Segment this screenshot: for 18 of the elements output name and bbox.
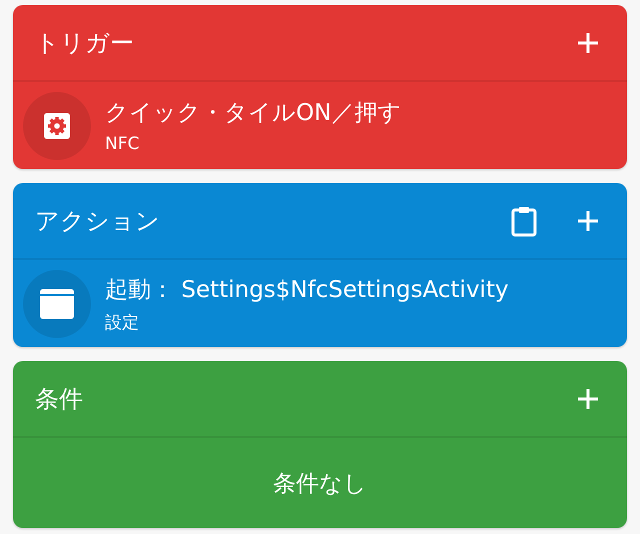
- add-button[interactable]: [577, 388, 599, 410]
- item-subtitle: NFC: [105, 134, 140, 154]
- empty-message: 条件なし: [273, 470, 367, 498]
- clipboard-icon: [511, 204, 537, 236]
- item-title[interactable]: クイック・タイルON／押す: [105, 97, 402, 128]
- clipboard-button[interactable]: [511, 204, 537, 236]
- add-icon: [577, 210, 599, 232]
- add-icon: [577, 32, 599, 54]
- add-button[interactable]: [577, 210, 599, 232]
- section-title: トリガー: [35, 28, 135, 58]
- add-icon: [577, 388, 599, 410]
- item-subtitle: 設定: [105, 312, 140, 334]
- gear-icon: [43, 112, 71, 140]
- item-title[interactable]: 起動： Settings$NfcSettingsActivity: [105, 274, 509, 304]
- section-title: アクション: [35, 206, 161, 236]
- window-icon: [39, 288, 75, 320]
- section-title: 条件: [35, 384, 84, 414]
- add-button[interactable]: [577, 32, 599, 54]
